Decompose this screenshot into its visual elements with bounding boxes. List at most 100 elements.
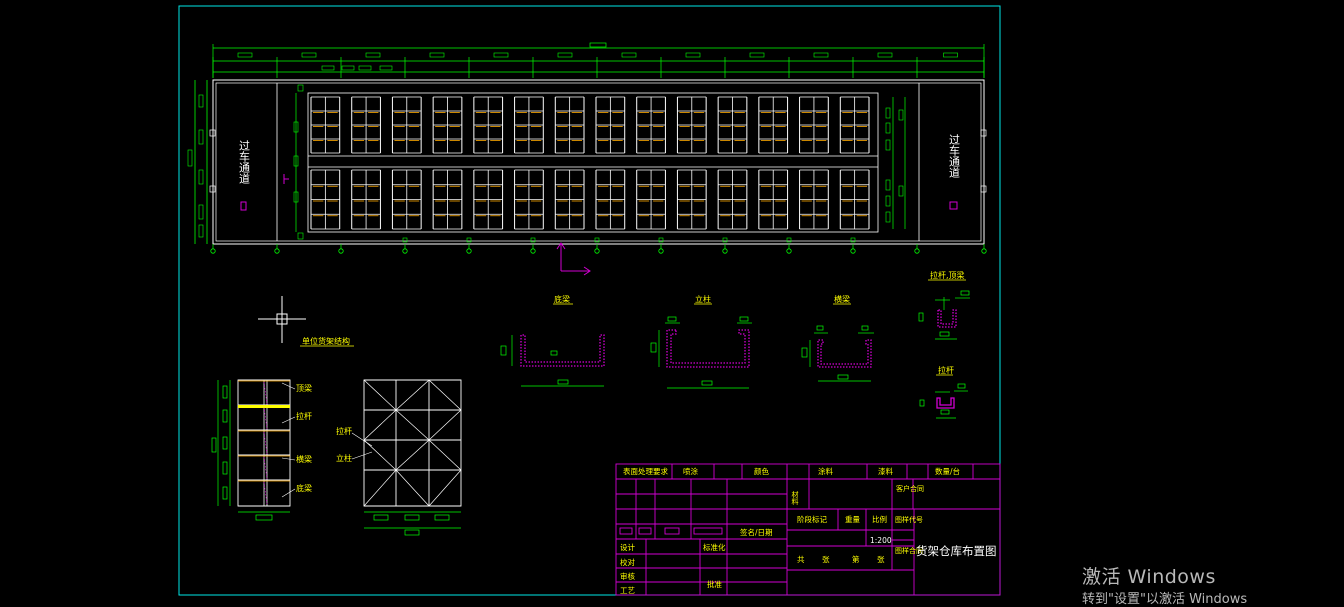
front-brace (363, 439, 397, 471)
rack-bay (351, 169, 381, 230)
tb-standardization: 标准化 (703, 542, 726, 552)
front-leaders (351, 432, 373, 460)
rack-bay (717, 96, 748, 154)
elev-label-cross-beam: 横梁 (296, 454, 312, 464)
front-dimensions (364, 511, 461, 536)
front-brace (363, 379, 397, 411)
rack-side-elevation: 顶梁 拉杆 横梁 底梁 (211, 379, 312, 521)
front-label-upright: 立柱 (336, 453, 352, 463)
rack-bay (758, 96, 789, 154)
rack-bay (717, 169, 748, 230)
tb-stage-mark: 阶段标记 (797, 514, 827, 524)
profile-base-beam-label: 底梁 (554, 294, 570, 304)
tb-total: 共 (797, 555, 805, 564)
profile-tie-rod-top-label: 拉杆,顶梁 (930, 270, 965, 280)
dim-text (943, 52, 958, 58)
drawing-frame (178, 5, 1001, 596)
tb-check: 校对 (620, 557, 635, 567)
tb-approve: 批准 (707, 579, 722, 589)
tb-drawing-code: 图样代号 (895, 515, 923, 524)
rack-bay (799, 96, 829, 154)
axis-tag (402, 237, 408, 243)
rack-front-outline (363, 379, 462, 507)
dim-text (885, 122, 891, 134)
dim-overall-text (589, 42, 607, 48)
elev-dimensions (211, 380, 290, 521)
dim-text (877, 52, 893, 58)
dim-text (749, 52, 765, 58)
rack-bay (676, 96, 707, 154)
front-brace (428, 469, 462, 507)
rack-bay (839, 169, 870, 230)
profile-upright: 立柱 (650, 294, 752, 389)
rack-bay (636, 96, 666, 154)
tb-scale: 比例 (872, 514, 887, 524)
dim-text (358, 65, 372, 71)
rack-bay (310, 169, 341, 230)
rack-bay (310, 96, 341, 154)
dim-text (885, 107, 891, 119)
rack-bay (391, 96, 422, 154)
axis-tag (786, 237, 792, 243)
axis-tag (850, 237, 856, 243)
tb-sign-date: 签名/日期 (740, 527, 773, 537)
profile-tie-rod-top-beam: 拉杆,顶梁 (918, 270, 970, 340)
dim-text (198, 169, 204, 185)
axis-bubble (530, 248, 536, 254)
front-brace (428, 409, 462, 441)
dim-text (198, 224, 204, 238)
dim-text (198, 94, 204, 108)
tb-scale-value: 1:200 (870, 536, 892, 545)
title-block (615, 463, 1001, 596)
rack-bay (636, 169, 666, 230)
axis-tag (466, 237, 472, 243)
dim-text (885, 179, 891, 191)
front-brace (428, 439, 462, 471)
title-block-text: 表面处理要求 喷涂 颜色 涂料 漆料 数量/台 材料 客户合同 阶段标记 重量 … (620, 466, 997, 595)
dim-text (198, 129, 204, 145)
dim-text (321, 65, 335, 71)
rack-brace (263, 406, 268, 430)
rack-bay (432, 169, 463, 230)
dim-text (557, 52, 573, 58)
tb-color: 颜色 (754, 466, 769, 476)
dim-text (187, 149, 193, 167)
dim-text (365, 52, 381, 58)
front-brace (428, 379, 462, 411)
axis-bubble (594, 248, 600, 254)
profile-upright-label: 立柱 (695, 294, 711, 304)
axis-tag (658, 237, 664, 243)
dim-text (898, 109, 904, 121)
rack-brace (263, 456, 268, 480)
dim-text (493, 52, 509, 58)
rack-bay (514, 169, 544, 230)
cad-drawing-canvas[interactable]: 过车通道 过车通道 单位货架结构 顶梁 拉杆 横梁 底梁 拉杆 立柱 底梁 立柱… (0, 0, 1344, 602)
aisle-right-label: 过车通道 (948, 134, 961, 178)
axis-bubble (658, 248, 664, 254)
aisle-left-marker (240, 201, 247, 211)
rack-bay (473, 96, 504, 154)
axis-bubble (274, 248, 280, 254)
rack-brace (263, 381, 268, 405)
unit-rack-structure-title: 单位货架结构 (302, 336, 350, 346)
rack-bay (554, 96, 585, 154)
dim-text (198, 204, 204, 220)
tb-process: 工艺 (620, 586, 635, 595)
dim-text (898, 185, 904, 197)
dim-text (341, 65, 355, 71)
axis-bubble (981, 248, 987, 254)
elev-label-tie-rod: 拉杆 (296, 411, 312, 421)
tb-review: 审核 (620, 571, 635, 581)
profile-tie-rod: 拉杆 (919, 365, 968, 419)
dim-text (813, 52, 829, 58)
tb-page: 第 (852, 554, 860, 564)
profile-base-beam: 底梁 (500, 294, 605, 387)
tb-sheets2: 张 (877, 555, 885, 564)
rack-block-outline (307, 92, 879, 233)
dim-text (685, 52, 701, 58)
warehouse-inner-wall (215, 82, 982, 242)
tb-design: 设计 (620, 542, 635, 552)
tb-material: 材料 (791, 490, 799, 506)
dim-text (885, 211, 891, 223)
tb-weight: 重量 (845, 515, 860, 524)
